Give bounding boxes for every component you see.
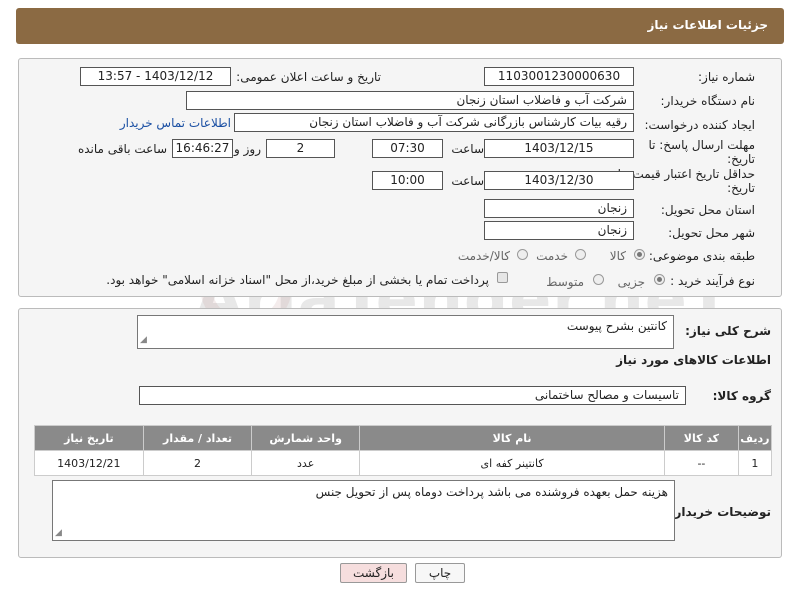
col-need-date: تاریخ نیاز xyxy=(34,425,144,451)
buyer-org-field: شرکت آب و فاضلاب استان زنجان xyxy=(186,91,634,110)
table-row: 1 -- کانتینر کفه ای عدد 2 1403/12/21 xyxy=(34,450,773,476)
back-button[interactable]: بازگشت xyxy=(340,563,407,583)
process-medium-radio[interactable] xyxy=(593,274,604,285)
goods-info-title: اطلاعات کالاهای مورد نیاز xyxy=(616,353,771,367)
province-field: زنجان xyxy=(484,199,634,218)
col-name: نام کالا xyxy=(358,425,666,451)
city-field: زنجان xyxy=(484,221,634,240)
validity-label: حداقل تاریخ اعتبار قیمت: تا xyxy=(617,167,755,181)
page-title: جزئیات اطلاعات نیاز xyxy=(647,18,768,32)
cell-code: -- xyxy=(664,450,739,476)
category-label: طبقه بندی موضوعی: xyxy=(648,249,755,263)
announce-datetime-field: 1403/12/12 - 13:57 xyxy=(80,67,231,86)
cell-unit: عدد xyxy=(251,450,360,476)
category-service-radio[interactable] xyxy=(575,249,586,260)
category-goods-label: کالا xyxy=(609,249,626,263)
days-remaining-field: 2 xyxy=(266,139,335,158)
process-minor-label: جزیی xyxy=(617,275,645,289)
resize-grip-icon: ◢ xyxy=(55,528,62,538)
category-goods-radio[interactable] xyxy=(634,249,645,260)
buyer-notes-label: توضیحات خریدار: xyxy=(669,505,771,519)
deadline-date-field: 1403/12/15 xyxy=(484,139,634,158)
validity-time-label: ساعت xyxy=(451,174,484,188)
treasury-payment-note: پرداخت تمام یا بخشی از مبلغ خرید،از محل … xyxy=(106,273,489,287)
cell-need-date: 1403/12/21 xyxy=(34,450,144,476)
cell-row: 1 xyxy=(737,450,773,476)
deadline-time-label: ساعت xyxy=(451,142,484,156)
category-goods-service-radio[interactable] xyxy=(517,249,528,260)
category-goods-service-label: کالا/خدمت xyxy=(457,249,510,263)
resize-grip-icon: ◢ xyxy=(140,335,147,345)
process-medium-label: متوسط xyxy=(546,275,584,289)
col-code: کد کالا xyxy=(664,425,739,451)
deadline-label: مهلت ارسال پاسخ: تا xyxy=(648,138,755,152)
buyer-org-label: نام دستگاه خریدار: xyxy=(660,94,756,108)
summary-textarea[interactable]: کانتین بشرح پیوست xyxy=(137,315,674,349)
cell-quantity: 2 xyxy=(142,450,253,476)
col-quantity: تعداد / مقدار xyxy=(142,425,253,451)
province-label: استان محل تحویل: xyxy=(660,203,755,217)
goods-group-label: گروه کالا: xyxy=(712,389,771,403)
col-unit: واحد شمارش xyxy=(251,425,360,451)
page-header: جزئیات اطلاعات نیاز xyxy=(16,8,784,44)
process-minor-radio[interactable] xyxy=(654,274,665,285)
goods-table: ردیف کد کالا نام کالا واحد شمارش تعداد /… xyxy=(34,425,773,476)
deadline-time-field: 07:30 xyxy=(372,139,443,158)
goods-table-header: ردیف کد کالا نام کالا واحد شمارش تعداد /… xyxy=(34,425,773,451)
remaining-time-field: 16:46:27 xyxy=(172,139,233,158)
treasury-payment-checkbox[interactable] xyxy=(497,272,508,283)
print-button[interactable]: چاپ xyxy=(415,563,465,583)
summary-label: شرح کلی نیاز: xyxy=(685,324,771,338)
announce-label: تاریخ و ساعت اعلان عمومی: xyxy=(236,70,381,84)
deadline-date-label: تاریخ: xyxy=(727,152,755,166)
days-word-label: روز و xyxy=(234,142,261,156)
creator-label: ایجاد کننده درخواست: xyxy=(644,118,755,132)
cell-name: کانتینر کفه ای xyxy=(358,450,666,476)
validity-date-field: 1403/12/30 xyxy=(484,171,634,190)
city-label: شهر محل تحویل: xyxy=(668,226,755,240)
category-service-label: خدمت xyxy=(536,249,568,263)
validity-date-label: تاریخ: xyxy=(727,181,755,195)
goods-group-field: تاسیسات و مصالح ساختمانی xyxy=(139,386,686,405)
validity-time-field: 10:00 xyxy=(372,171,443,190)
creator-field: رقیه بیات کارشناس بازرگانی شرکت آب و فاض… xyxy=(234,113,634,132)
need-number-field: 1103001230000630 xyxy=(484,67,634,86)
buyer-notes-textarea[interactable]: هزینه حمل بعهده فروشنده می باشد پرداخت د… xyxy=(52,480,675,541)
process-label: نوع فرآیند خرید : xyxy=(670,274,755,288)
remaining-word-label: ساعت باقی مانده xyxy=(77,142,167,156)
buyer-contact-link[interactable]: اطلاعات تماس خریدار xyxy=(120,116,231,130)
col-row: ردیف xyxy=(737,425,773,451)
need-number-label: شماره نیاز: xyxy=(698,70,755,84)
